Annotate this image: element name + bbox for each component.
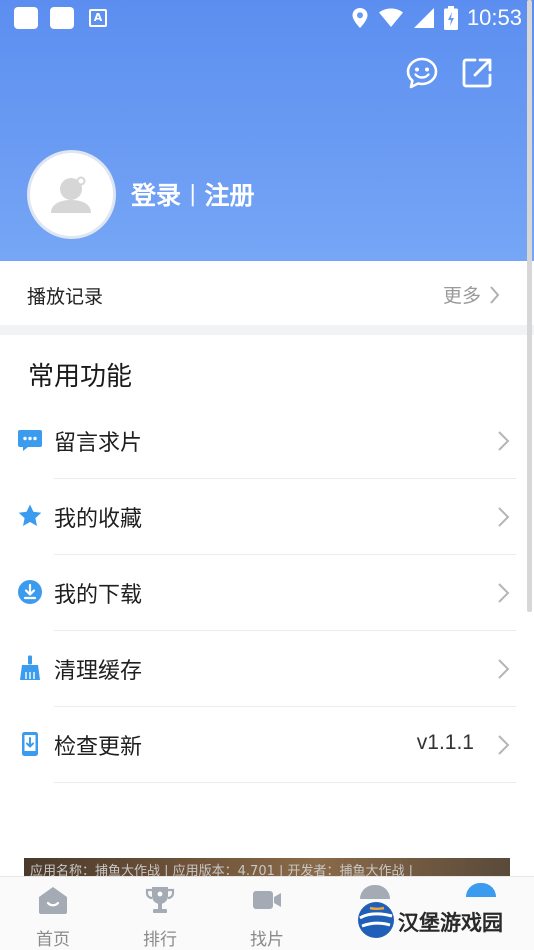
play-history-label: 播放记录 bbox=[27, 286, 104, 308]
menu-item-label: 留言求片 bbox=[54, 431, 143, 456]
auth-separator: | bbox=[189, 181, 197, 207]
chevron-right-icon bbox=[498, 735, 510, 755]
message-icon bbox=[18, 430, 42, 451]
wifi-icon bbox=[378, 8, 403, 27]
signal-icon bbox=[413, 8, 434, 28]
battery-icon bbox=[443, 6, 458, 30]
trophy-icon bbox=[145, 887, 175, 913]
menu-item-label: 我的下载 bbox=[54, 583, 143, 608]
notification-icon bbox=[14, 7, 38, 29]
divider bbox=[54, 782, 516, 783]
star-icon bbox=[18, 504, 42, 526]
avatar[interactable] bbox=[27, 150, 116, 239]
menu-item-clear-cache[interactable]: 清理缓存 bbox=[0, 631, 534, 707]
tab-ranking[interactable]: 排行 bbox=[120, 877, 200, 950]
function-menu: 留言求片 我的收藏 我的下载 清理缓存 检查更新 v1.1.1 bbox=[0, 403, 534, 783]
clock: 10:53 bbox=[466, 5, 522, 30]
tab-label: 首页 bbox=[36, 930, 70, 950]
banner-text: 应用名称：捕鱼大作战 | 应用版本：4.701 | 开发者：捕鱼大作战 | bbox=[30, 864, 414, 876]
menu-item-label: 检查更新 bbox=[54, 735, 143, 760]
feedback-icon[interactable] bbox=[405, 56, 439, 90]
menu-item-label: 我的收藏 bbox=[54, 507, 143, 532]
version-value: v1.1.1 bbox=[416, 731, 474, 754]
auth-links: 登录 | 注册 bbox=[131, 176, 254, 212]
scrollbar[interactable] bbox=[527, 0, 532, 612]
menu-item-check-update[interactable]: 检查更新 v1.1.1 bbox=[0, 707, 534, 783]
chevron-right-icon bbox=[498, 507, 510, 527]
menu-item-label: 清理缓存 bbox=[54, 659, 143, 684]
profile-header: A 10:53 登录 | 注册 bbox=[0, 0, 534, 261]
watermark-text: 汉堡游戏园 bbox=[398, 910, 503, 935]
section-title: 常用功能 bbox=[28, 362, 133, 392]
watermark-logo bbox=[358, 902, 394, 938]
keyboard-icon: A bbox=[89, 9, 107, 27]
more-label: 更多 bbox=[442, 285, 481, 307]
home-icon bbox=[39, 887, 67, 914]
location-icon bbox=[352, 8, 368, 28]
update-icon bbox=[22, 732, 38, 756]
chevron-right-icon bbox=[498, 659, 510, 679]
watermark: 汉堡游戏园 bbox=[356, 880, 534, 946]
register-link[interactable]: 注册 bbox=[204, 176, 254, 212]
menu-item-favorites[interactable]: 我的收藏 bbox=[0, 479, 534, 555]
login-link[interactable]: 登录 bbox=[131, 176, 181, 212]
more-link[interactable]: 更多 bbox=[443, 281, 500, 308]
notification-icon bbox=[50, 7, 74, 29]
broom-icon bbox=[20, 655, 40, 680]
video-camera-icon bbox=[253, 891, 281, 909]
menu-item-downloads[interactable]: 我的下载 bbox=[0, 555, 534, 631]
ad-banner[interactable]: 应用名称：捕鱼大作战 | 应用版本：4.701 | 开发者：捕鱼大作战 | bbox=[24, 858, 510, 876]
tab-find-video[interactable]: 找片 bbox=[227, 877, 307, 950]
tab-label: 排行 bbox=[143, 930, 177, 950]
menu-item-request-video[interactable]: 留言求片 bbox=[0, 403, 534, 479]
section-divider bbox=[0, 325, 534, 335]
tab-label: 找片 bbox=[250, 930, 284, 950]
status-bar: A 10:53 bbox=[0, 0, 534, 36]
download-icon bbox=[18, 580, 42, 604]
user-placeholder-icon bbox=[51, 176, 91, 213]
chevron-right-icon bbox=[498, 583, 510, 603]
share-icon[interactable] bbox=[460, 56, 494, 90]
chevron-right-icon bbox=[490, 285, 500, 304]
tab-home[interactable]: 首页 bbox=[13, 877, 93, 950]
chevron-right-icon bbox=[498, 431, 510, 451]
play-history-row[interactable]: 播放记录 更多 bbox=[0, 261, 534, 325]
